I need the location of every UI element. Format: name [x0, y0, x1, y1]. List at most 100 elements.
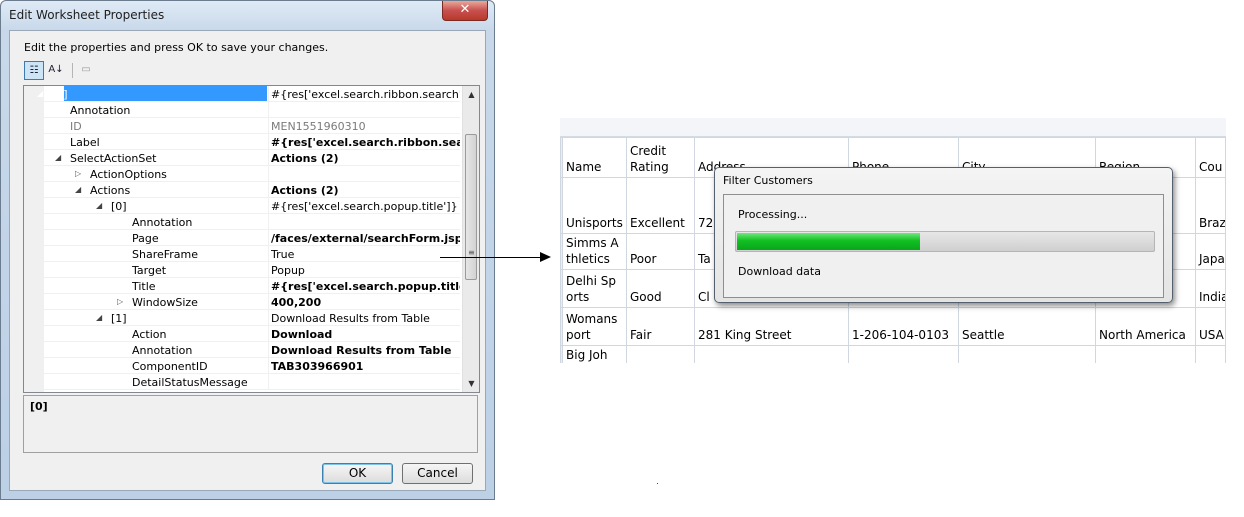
- table-cell[interactable]: Delhi Sports: [562, 269, 627, 308]
- column-divider: [268, 230, 269, 246]
- property-value[interactable]: TAB303966901: [271, 360, 460, 373]
- column-divider: [268, 150, 269, 166]
- scrollbar-thumb[interactable]: ≡: [465, 134, 477, 280]
- expand-triangle-icon[interactable]: ▷: [117, 297, 123, 306]
- ok-button[interactable]: OK: [322, 463, 393, 484]
- property-row[interactable]: ID MEN1551960310: [24, 118, 460, 134]
- table-cell[interactable]: [626, 345, 695, 363]
- table-cell[interactable]: [958, 345, 1096, 363]
- table-cell[interactable]: Big John's: [562, 345, 627, 363]
- table-cell[interactable]: North America: [1095, 307, 1196, 346]
- property-value[interactable]: True: [271, 248, 460, 261]
- property-row[interactable]: ◢ [0] #{res['excel.search.ribbon.search']}: [24, 86, 460, 102]
- table-cell[interactable]: [1095, 345, 1196, 363]
- table-cell[interactable]: [848, 345, 959, 363]
- property-row[interactable]: ▷ ActionOptions: [24, 166, 460, 182]
- property-name: Page: [132, 232, 159, 245]
- table-cell[interactable]: Womansport: [562, 307, 627, 346]
- property-row[interactable]: DetailStatusMessage: [24, 374, 460, 390]
- property-value[interactable]: Actions (2): [271, 184, 460, 197]
- table-cell[interactable]: [694, 345, 849, 363]
- dialog-titlebar[interactable]: Edit Worksheet Properties ✕: [1, 1, 494, 29]
- column-divider: [268, 246, 269, 262]
- property-pages-icon: ▭: [81, 64, 91, 75]
- column-divider: [268, 198, 269, 214]
- collapse-triangle-icon[interactable]: ◢: [96, 313, 102, 322]
- table-cell[interactable]: Poor: [626, 233, 695, 270]
- table-cell[interactable]: Simms Athletics: [562, 233, 627, 270]
- table-cell[interactable]: Braz: [1195, 177, 1226, 234]
- table-cell[interactable]: Good: [626, 269, 695, 308]
- property-row[interactable]: ◢ [0] #{res['excel.search.popup.title']}: [24, 198, 460, 214]
- property-value[interactable]: /faces/external/searchForm.jspx: [271, 232, 460, 245]
- property-grid[interactable]: ◢ [0] #{res['excel.search.ribbon.search']}…: [23, 85, 480, 393]
- property-row[interactable]: ◢ SelectActionSet Actions (2): [24, 150, 460, 166]
- property-value[interactable]: Download: [271, 328, 460, 341]
- selection-highlight: [64, 86, 267, 102]
- collapse-triangle-icon[interactable]: ◢: [96, 201, 102, 210]
- column-header[interactable]: Credit Rating: [626, 137, 695, 178]
- progress-dialog-title: Filter Customers: [723, 174, 813, 187]
- scroll-up-arrow-icon[interactable]: ▲: [463, 86, 479, 103]
- collapse-triangle-icon[interactable]: ◢: [55, 153, 61, 162]
- property-value[interactable]: #{res['excel.search.popup.title']}: [271, 280, 460, 293]
- cancel-button[interactable]: Cancel: [402, 463, 473, 484]
- arrow-right-icon: [540, 252, 551, 262]
- column-divider: [268, 326, 269, 342]
- table-cell[interactable]: Seattle: [958, 307, 1096, 346]
- stray-dot: [657, 483, 658, 484]
- property-row[interactable]: Annotation Download Results from Table: [24, 342, 460, 358]
- table-cell[interactable]: 281 King Street: [694, 307, 849, 346]
- property-grid-scrollbar[interactable]: ▲ ≡ ▼: [462, 86, 479, 392]
- table-cell[interactable]: Unisports: [562, 177, 627, 234]
- property-row[interactable]: ShareFrame True: [24, 246, 460, 262]
- property-value[interactable]: Actions (2): [271, 152, 460, 165]
- property-row[interactable]: Title #{res['excel.search.popup.title']}: [24, 278, 460, 294]
- table-cell[interactable]: [1195, 345, 1226, 363]
- column-header[interactable]: Cou: [1195, 137, 1226, 178]
- close-button[interactable]: ✕: [442, 1, 488, 21]
- column-divider: [268, 214, 269, 230]
- property-value[interactable]: #{res['excel.search.ribbon.search']}: [271, 88, 460, 101]
- property-row[interactable]: Annotation: [24, 102, 460, 118]
- property-value[interactable]: Popup: [271, 264, 460, 277]
- property-row[interactable]: ComponentID TAB303966901: [24, 358, 460, 374]
- property-value[interactable]: #{res['excel.search.popup.title']}: [271, 200, 460, 213]
- property-name: Action: [132, 328, 167, 341]
- property-value[interactable]: #{res['excel.search.ribbon.search']}: [271, 136, 460, 149]
- property-row[interactable]: Page/faces/external/searchForm.jspx: [24, 230, 460, 246]
- table-cell[interactable]: Excellent: [626, 177, 695, 234]
- collapse-triangle-icon[interactable]: ◢: [37, 89, 43, 98]
- column-divider: [268, 182, 269, 198]
- table-cell[interactable]: India: [1195, 269, 1226, 308]
- alphabetical-button[interactable]: A↓: [46, 61, 66, 80]
- property-name: ActionOptions: [90, 168, 167, 181]
- property-value[interactable]: Download Results from Table: [271, 312, 460, 325]
- column-divider: [268, 358, 269, 374]
- property-row[interactable]: Label #{res['excel.search.ribbon.search']…: [24, 134, 460, 150]
- column-header[interactable]: Name: [562, 137, 627, 178]
- property-name: [0]: [111, 200, 127, 213]
- property-name: ShareFrame: [132, 248, 199, 261]
- table-cell[interactable]: USA: [1195, 307, 1226, 346]
- progress-panel: Processing... Download data: [723, 194, 1164, 298]
- dialog-title: Edit Worksheet Properties: [9, 8, 165, 22]
- toolbar-separator: [72, 63, 73, 78]
- table-cell[interactable]: Japa: [1195, 233, 1226, 270]
- categorized-button[interactable]: ☷: [24, 61, 44, 80]
- table-cell[interactable]: Fair: [626, 307, 695, 346]
- property-pages-button[interactable]: ▭: [76, 61, 96, 80]
- property-row[interactable]: Annotation: [24, 214, 460, 230]
- expand-triangle-icon[interactable]: ▷: [75, 169, 81, 178]
- property-row[interactable]: ▷ WindowSize 400,200: [24, 294, 460, 310]
- property-row[interactable]: ◢ [1] Download Results from Table: [24, 310, 460, 326]
- property-value[interactable]: MEN1551960310: [271, 120, 460, 133]
- table-cell[interactable]: 1-206-104-0103: [848, 307, 959, 346]
- property-row[interactable]: Action Download: [24, 326, 460, 342]
- scroll-down-arrow-icon[interactable]: ▼: [463, 375, 479, 392]
- property-row[interactable]: Target Popup: [24, 262, 460, 278]
- property-value[interactable]: 400,200: [271, 296, 460, 309]
- collapse-triangle-icon[interactable]: ◢: [75, 185, 81, 194]
- property-value[interactable]: Download Results from Table: [271, 344, 460, 357]
- property-row[interactable]: ◢ Actions Actions (2): [24, 182, 460, 198]
